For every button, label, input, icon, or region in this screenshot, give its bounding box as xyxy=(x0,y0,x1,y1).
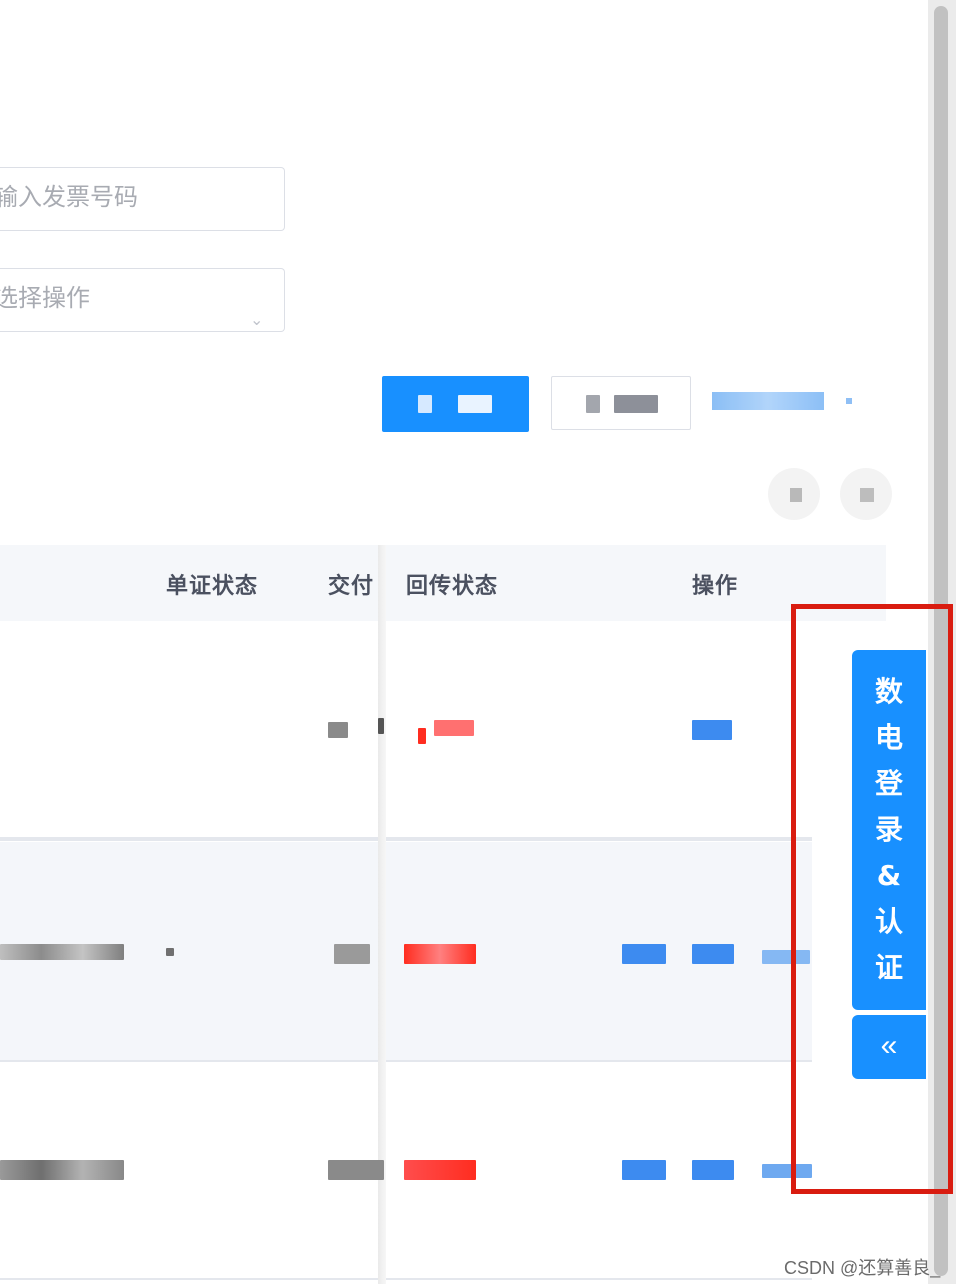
table-cell-text xyxy=(0,944,124,960)
expand-link-label: 展开 xyxy=(712,394,740,410)
column-header-document-status: 单证状态 xyxy=(166,573,259,598)
chevron-down-icon: ⌄ xyxy=(250,312,264,329)
reset-button-text-pixel xyxy=(614,395,658,413)
reset-button-text-pixel xyxy=(586,395,600,413)
watermark: CSDN @还算善良_ xyxy=(784,1258,941,1278)
table-cell-delivery xyxy=(378,718,384,734)
operation-select[interactable]: 选择操作 ⌄ xyxy=(0,268,285,332)
query-button[interactable]: 查询 xyxy=(382,376,529,432)
row-action-link[interactable] xyxy=(692,720,732,740)
row-divider xyxy=(0,1278,812,1280)
column-header-actions: 操作 xyxy=(692,573,739,598)
column-header-delivery: 交付 xyxy=(328,573,375,598)
chevron-down-icon xyxy=(846,398,852,404)
table-cell-delivery xyxy=(328,722,348,738)
row-action-link[interactable] xyxy=(622,944,666,964)
row-action-link[interactable] xyxy=(692,1160,734,1180)
invoice-number-input[interactable]: 输入发票号码 xyxy=(0,167,285,231)
row-divider xyxy=(0,1060,812,1062)
query-button-label: 查询 xyxy=(382,376,529,432)
expand-link[interactable]: 展开 xyxy=(712,392,824,410)
column-header-return-status: 回传状态 xyxy=(406,573,499,598)
table-cell-delivery xyxy=(328,1160,384,1180)
row-action-link[interactable] xyxy=(622,1160,666,1180)
highlight-annotation-box xyxy=(791,604,953,1194)
table-cell-delivery xyxy=(334,944,370,964)
invoice-number-placeholder: 输入发票号码 xyxy=(0,184,138,211)
table-cell-return-status xyxy=(404,1160,476,1180)
query-button-text-pixel xyxy=(458,395,492,413)
table-cell-text xyxy=(0,1160,124,1180)
table-cell-return-status xyxy=(418,728,426,744)
row-divider xyxy=(0,837,812,841)
query-button-text-pixel xyxy=(418,395,432,413)
settings-icon-glyph xyxy=(860,488,874,502)
refresh-icon-glyph xyxy=(790,488,802,502)
table-cell-return-status xyxy=(404,944,476,964)
operation-select-placeholder: 选择操作 xyxy=(0,285,90,312)
row-action-link[interactable] xyxy=(692,944,734,964)
table-cell-return-status xyxy=(434,720,474,736)
reset-button[interactable]: 重置 xyxy=(551,376,691,430)
table-cell-document-status xyxy=(166,948,174,956)
